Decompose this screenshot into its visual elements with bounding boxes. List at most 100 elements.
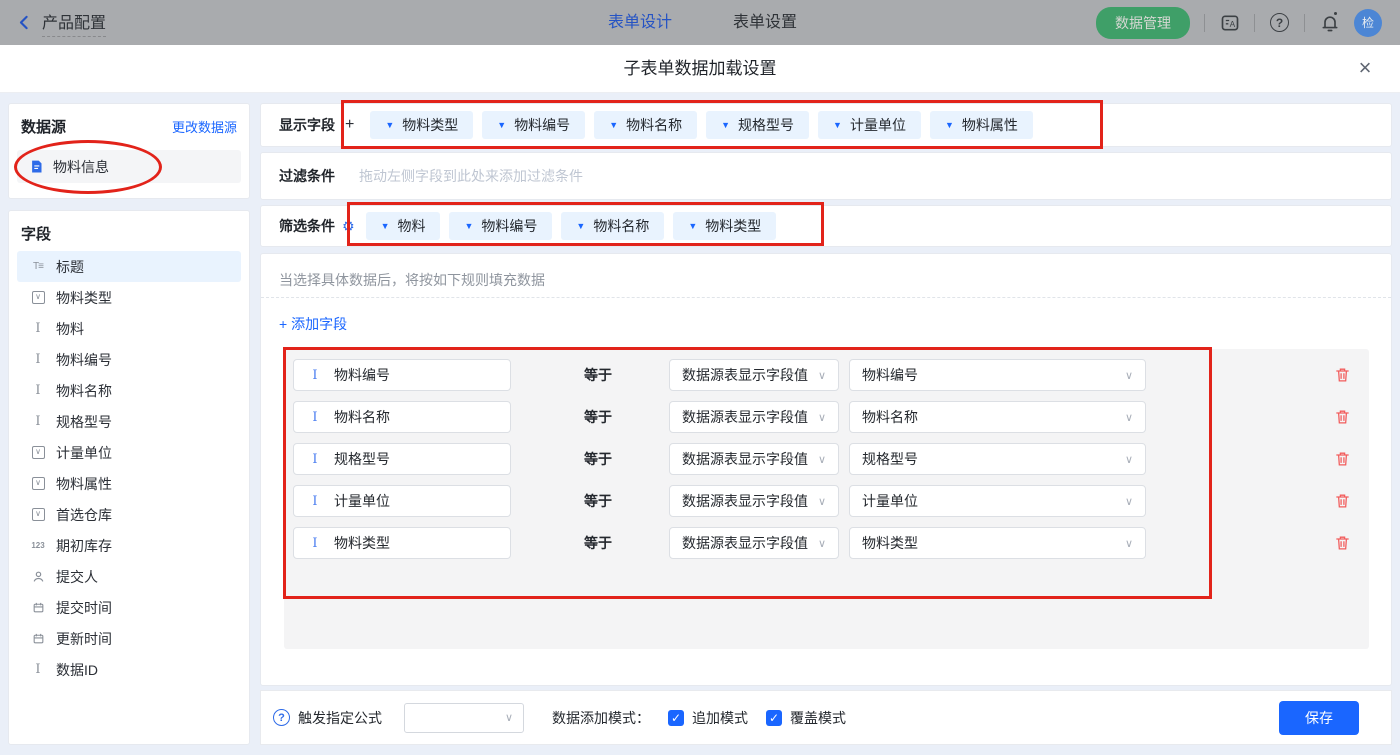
field-item[interactable]: 123 期初库存 [17, 530, 241, 561]
chevron-down-icon: ∨ [817, 369, 826, 382]
screening-field-tag[interactable]: ▼ 物料编号 [449, 212, 553, 240]
field-item[interactable]: ∨ 计量单位 [17, 437, 241, 468]
rule-value-select[interactable]: 物料名称 ∨ [849, 401, 1146, 433]
equals-label: 等于 [584, 409, 612, 425]
topbar-actions: 数据管理 A ? 检 [1096, 0, 1382, 45]
help-icon[interactable]: ? [1269, 12, 1290, 33]
checkbox-checked-icon: ✓ [766, 709, 782, 726]
filter-condition-label: 过滤条件 [279, 168, 335, 184]
change-datasource-link[interactable]: 更改数据源 [172, 117, 237, 136]
field-item[interactable]: 提交时间 [17, 592, 241, 623]
rule-field-box[interactable]: I 物料编号 [293, 359, 511, 391]
rule-value-select[interactable]: 计量单位 ∨ [849, 485, 1146, 517]
data-manage-button[interactable]: 数据管理 [1096, 6, 1190, 39]
field-item[interactable]: I 物料编号 [17, 344, 241, 375]
select-field-icon: ∨ [29, 508, 47, 521]
field-item[interactable]: 更新时间 [17, 623, 241, 654]
screening-condition-label: 筛选条件 [279, 218, 335, 234]
display-field-tag[interactable]: ▼ 计量单位 [818, 111, 921, 139]
formula-label: 触发指定公式 [298, 709, 382, 726]
save-button[interactable]: 保存 [1279, 701, 1359, 735]
field-item[interactable]: ∨ 物料属性 [17, 468, 241, 499]
document-icon [32, 160, 42, 173]
filter-drop-zone[interactable]: 拖动左侧字段到此处来添加过滤条件 [359, 166, 583, 186]
divider [1254, 13, 1255, 32]
field-item[interactable]: I 物料名称 [17, 375, 241, 406]
screening-field-tag[interactable]: ▼ 物料类型 [673, 212, 777, 240]
rule-value-select[interactable]: 规格型号 ∨ [849, 443, 1146, 475]
rule-source-select[interactable]: 数据源表显示字段值 ∨ [669, 443, 839, 475]
help-circle-icon[interactable]: ? [273, 709, 290, 726]
field-item[interactable]: I 物料 [17, 313, 241, 344]
display-field-tag[interactable]: ▼ 物料属性 [929, 111, 1033, 139]
user-avatar[interactable]: 检 [1354, 8, 1382, 37]
rule-value-select[interactable]: 物料编号 ∨ [849, 359, 1146, 391]
chevron-down-icon: ∨ [817, 411, 826, 424]
delete-rule-icon[interactable] [1334, 492, 1351, 509]
rule-source-select[interactable]: 数据源表显示字段值 ∨ [669, 485, 839, 517]
text-field-icon: I [312, 493, 318, 509]
display-field-tag[interactable]: ▼ 规格型号 [706, 111, 810, 139]
gear-icon[interactable]: ⚙ [342, 218, 355, 235]
modal-footer: ? 触发指定公式 ∨ 数据添加模式： ✓ 追加模式 ✓ 覆盖模式 保存 [260, 690, 1392, 745]
rule-row: I 物料编号 等于 数据源表显示字段值 ∨ 物料编号 ∨ [284, 359, 1369, 391]
chevron-down-icon: ∨ [1124, 411, 1133, 424]
back-button[interactable]: 产品配置 [16, 0, 107, 45]
display-field-tag[interactable]: ▼ 物料类型 [370, 111, 474, 139]
formula-select[interactable]: ∨ [404, 702, 524, 733]
delete-rule-icon[interactable] [1334, 408, 1351, 425]
field-item[interactable]: ∨ 物料类型 [17, 282, 241, 313]
display-field-tag[interactable]: ▼ 物料名称 [594, 111, 698, 139]
field-item[interactable]: 提交人 [17, 561, 241, 592]
text-field-icon: I [312, 367, 318, 383]
overwrite-mode-checkbox[interactable]: ✓ 覆盖模式 [766, 708, 846, 728]
rule-field-box[interactable]: I 物料名称 [293, 401, 511, 433]
display-field-tag[interactable]: ▼ 物料编号 [482, 111, 586, 139]
notification-bell-icon[interactable] [1319, 12, 1340, 33]
datasource-panel: 数据源 更改数据源 物料信息 [8, 103, 250, 199]
screening-field-tag[interactable]: ▼ 物料名称 [561, 212, 665, 240]
svg-text:A: A [1229, 18, 1235, 28]
field-item[interactable]: I 规格型号 [17, 406, 241, 437]
rule-field-box[interactable]: I 计量单位 [293, 485, 511, 517]
delete-rule-icon[interactable] [1334, 450, 1351, 467]
dropdown-triangle-icon: ▼ [380, 221, 390, 231]
rules-panel: I 物料编号 等于 数据源表显示字段值 ∨ 物料编号 ∨ I 物料名称 等于 数… [284, 349, 1369, 649]
rule-source-select[interactable]: 数据源表显示字段值 ∨ [669, 359, 839, 391]
chevron-down-icon: ∨ [817, 453, 826, 466]
top-bar: 产品配置 表单设计 表单设置 数据管理 A ? 检 [0, 0, 1400, 45]
add-display-field-icon[interactable]: + [345, 116, 354, 134]
screening-field-tag[interactable]: ▼ 物料 [365, 212, 441, 240]
fields-panel: 字段 T≡ 标题 ∨ 物料类型 I 物料 I 物料编号 I 物料名称 I 规格型… [8, 210, 250, 745]
close-icon[interactable]: × [1352, 56, 1378, 82]
glossary-icon[interactable]: A [1219, 12, 1240, 33]
dropdown-triangle-icon: ▼ [576, 221, 586, 231]
dropdown-triangle-icon: ▼ [721, 120, 731, 130]
app-screen: 产品配置 表单设计 表单设置 数据管理 A ? 检 子表单数据加载设置 × 数据… [0, 0, 1400, 755]
select-field-icon: ∨ [29, 291, 47, 304]
delete-rule-icon[interactable] [1334, 366, 1351, 383]
rule-source-select[interactable]: 数据源表显示字段值 ∨ [669, 527, 839, 559]
tab-form-design[interactable]: 表单设计 [608, 0, 672, 45]
screening-condition-row: 筛选条件 ⚙ ▼ 物料 ▼ 物料编号 ▼ 物料名称 ▼ 物料类型 [260, 205, 1392, 247]
rule-row: I 规格型号 等于 数据源表显示字段值 ∨ 规格型号 ∨ [284, 443, 1369, 475]
rule-source-select[interactable]: 数据源表显示字段值 ∨ [669, 401, 839, 433]
dropdown-triangle-icon: ▼ [609, 120, 619, 130]
field-item-title[interactable]: T≡ 标题 [17, 251, 241, 282]
rule-field-box[interactable]: I 规格型号 [293, 443, 511, 475]
dropdown-triangle-icon: ▼ [833, 120, 842, 130]
field-item[interactable]: ∨ 首选仓库 [17, 499, 241, 530]
breadcrumb-title: 产品配置 [42, 9, 107, 37]
rule-value-select[interactable]: 物料类型 ∨ [849, 527, 1146, 559]
delete-rule-icon[interactable] [1334, 534, 1351, 551]
tab-form-settings[interactable]: 表单设置 [733, 0, 797, 45]
fill-rules-card: 当选择具体数据后，将按如下规则填充数据 + 添加字段 I 物料编号 等于 数据源… [260, 253, 1392, 686]
datasource-item[interactable]: 物料信息 [17, 150, 241, 183]
number-field-icon: 123 [31, 541, 45, 550]
dropdown-triangle-icon: ▼ [497, 120, 507, 130]
append-mode-checkbox[interactable]: ✓ 追加模式 [668, 708, 748, 728]
rule-field-box[interactable]: I 物料类型 [293, 527, 511, 559]
field-item[interactable]: I 数据ID [17, 654, 241, 685]
dropdown-triangle-icon: ▼ [944, 120, 954, 130]
add-field-button[interactable]: + 添加字段 [279, 314, 347, 334]
